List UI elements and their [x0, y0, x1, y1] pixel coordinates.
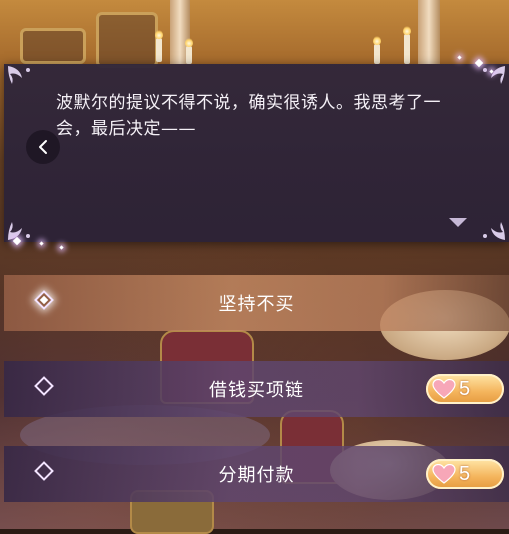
dialogue-box[interactable]: 波默尔的提议不得不说，确实很诱人。我思考了一会，最后决定—— — [4, 64, 509, 242]
cost-value: 5 — [459, 462, 472, 485]
cost-value: 5 — [459, 377, 472, 400]
heart-icon — [432, 379, 456, 399]
choice-option-1[interactable]: 坚持不买 — [4, 275, 509, 331]
back-button[interactable] — [26, 130, 60, 164]
choice-option-2[interactable]: 借钱买项链 5 — [4, 361, 509, 417]
triangle-down-icon — [449, 218, 467, 227]
choice-label: 坚持不买 — [218, 294, 295, 315]
heart-icon — [432, 464, 456, 484]
ornament-corner-icon — [473, 64, 507, 92]
diamond-icon — [34, 461, 54, 481]
wall-panel — [20, 28, 86, 64]
wall-portrait — [96, 12, 158, 68]
ornament-corner-icon — [6, 64, 40, 92]
diamond-icon — [34, 376, 54, 396]
candle — [373, 36, 381, 64]
dialogue-text: 波默尔的提议不得不说，确实很诱人。我思考了一会，最后决定—— — [56, 93, 441, 139]
ornament-corner-icon — [6, 214, 40, 242]
candle — [403, 26, 411, 64]
candle — [185, 38, 193, 64]
choice-option-3[interactable]: 分期付款 5 — [4, 446, 509, 502]
cost-badge: 5 — [426, 459, 504, 489]
candle — [155, 30, 163, 62]
choice-label: 借钱买项链 — [209, 380, 304, 401]
chevron-left-icon — [39, 140, 47, 154]
cost-badge: 5 — [426, 374, 504, 404]
ornament-corner-icon — [473, 214, 507, 242]
diamond-icon — [34, 290, 54, 310]
choice-label: 分期付款 — [218, 465, 295, 486]
pillar-right — [418, 0, 440, 64]
